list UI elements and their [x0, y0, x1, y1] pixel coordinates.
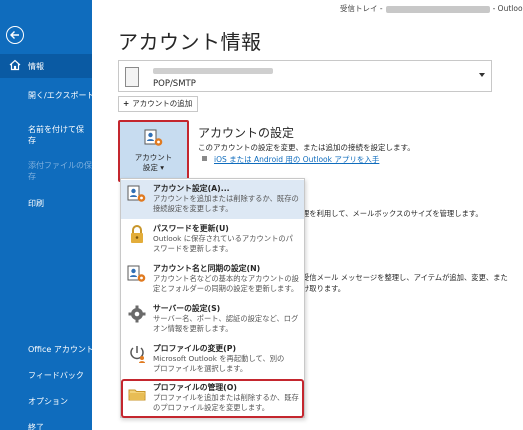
account-sync-icon	[127, 265, 146, 282]
gear-icon	[128, 305, 146, 323]
menu-item-title: アカウント名と同期の設定(N)	[153, 264, 261, 273]
nav-item-info[interactable]: 情報	[28, 61, 44, 72]
title-app: - Outlook	[492, 4, 523, 13]
menu-item-title: プロファイルの管理(O)	[153, 383, 237, 392]
nav-item-save-as-line2[interactable]: 存	[28, 135, 36, 146]
menu-item-title: サーバーの設定(S)	[153, 304, 221, 313]
section-title: アカウントの設定	[198, 126, 295, 140]
mobile-app-link[interactable]: iOS または Android 用の Outlook アプリを入手	[214, 154, 379, 165]
menu-item-desc-2: オン情報を更新します。	[153, 324, 233, 333]
nav-item-open-export[interactable]: 開く/エクスポート	[28, 90, 94, 101]
menu-item-title: アカウント設定(A)...	[153, 184, 230, 193]
mailbox-settings-text: 理を利用して、メールボックスのサイズを管理します。	[302, 209, 483, 218]
menu-item-desc: プロファイルを追加または削除するか、既存	[153, 393, 299, 402]
account-selector[interactable]: POP/SMTP	[118, 60, 492, 92]
menu-item-account-settings[interactable]: アカウント設定(A)... アカウントを追加または削除するか、既存の 接続設定を…	[121, 180, 304, 219]
account-settings-icon	[144, 129, 163, 146]
change-profile-icon	[130, 346, 145, 363]
section-description: このアカウントの設定を変更、または追加の接続を設定します。	[198, 143, 415, 152]
account-protocol: POP/SMTP	[153, 79, 196, 89]
redacted-account-email	[153, 68, 273, 74]
nav-item-exit[interactable]: 終了	[28, 422, 44, 430]
backstage-nav: 情報 開く/エクスポート 名前を付けて保 存 添付ファイルの保 存 印刷 Off…	[0, 0, 94, 430]
page-title: アカウント情報	[118, 30, 262, 54]
menu-item-server-settings[interactable]: サーバーの設定(S) サーバー名、ポート、認証の設定など、ログ オン情報を更新し…	[121, 300, 304, 339]
title-folder: 受信トレイ -	[340, 4, 383, 13]
nav-item-save-attachments-line2: 存	[28, 172, 36, 181]
menu-item-title: プロファイルの変更(P)	[153, 344, 237, 353]
menu-item-desc-2: 接続設定を変更します。	[153, 204, 233, 213]
back-arrow-icon[interactable]	[6, 26, 24, 44]
window-title: 受信トレイ - - Outlook	[340, 3, 523, 14]
lock-icon	[131, 225, 143, 243]
account-settings-menu: アカウント設定(A)... アカウントを追加または削除するか、既存の 接続設定を…	[120, 178, 305, 418]
nav-item-office-account[interactable]: Office アカウント	[28, 344, 94, 355]
menu-item-account-name-sync[interactable]: アカウント名と同期の設定(N) アカウント名などの基本的なアカウントの設 定とフ…	[121, 260, 304, 299]
nav-item-feedback[interactable]: フィードバック	[28, 370, 84, 381]
nav-item-print[interactable]: 印刷	[28, 198, 44, 209]
redacted-email	[385, 5, 490, 13]
menu-item-desc-2: 定とフォルダーの同期の設定を更新します。	[153, 284, 299, 293]
account-settings-icon	[127, 185, 146, 202]
menu-item-desc-2: スワードを更新します。	[153, 244, 233, 253]
bullet-icon	[202, 156, 207, 161]
menu-item-desc: サーバー名、ポート、認証の設定など、ログ	[153, 314, 299, 323]
account-settings-label-2: 設定 ▾	[142, 163, 165, 172]
nav-item-save-attachments: 添付ファイルの保	[28, 161, 92, 170]
menu-item-desc: アカウント名などの基本的なアカウントの設	[153, 274, 299, 283]
account-settings-button[interactable]: アカウント 設定 ▾	[118, 120, 189, 182]
add-account-label: アカウントの追加	[132, 99, 193, 108]
menu-item-desc-2: プロファイルを選択します。	[153, 364, 248, 373]
menu-item-desc: Outlook に保存されているアカウントのパ	[153, 234, 293, 243]
menu-item-desc: アカウントを追加または削除するか、既存の	[153, 194, 299, 203]
menu-item-change-profile[interactable]: プロファイルの変更(P) Microsoft Outlook を再起動して、別の…	[121, 340, 304, 379]
menu-item-manage-profiles[interactable]: プロファイルの管理(O) プロファイルを追加または削除するか、既存 のプロファイ…	[121, 379, 304, 418]
manage-profile-icon	[128, 389, 146, 401]
plus-icon: +	[123, 99, 130, 108]
home-icon	[9, 59, 21, 71]
chevron-down-icon[interactable]	[479, 73, 485, 77]
menu-item-title: パスワードを更新(U)	[153, 224, 229, 233]
nav-item-save-as[interactable]: 名前を付けて保	[28, 124, 84, 135]
rules-alerts-text: 受信メール メッセージを整理し、アイテムが追加、変更、また	[302, 273, 508, 282]
nav-item-options[interactable]: オプション	[28, 396, 68, 407]
rules-alerts-text-2: け取ります。	[302, 284, 346, 293]
account-file-icon	[125, 67, 139, 87]
menu-item-desc-2: のプロファイル設定を変更します。	[153, 403, 270, 412]
add-account-button[interactable]: + アカウントの追加	[118, 96, 199, 112]
menu-item-update-password[interactable]: パスワードを更新(U) Outlook に保存されているアカウントのパ スワード…	[121, 220, 304, 259]
menu-item-desc: Microsoft Outlook を再起動して、別の	[153, 354, 285, 363]
